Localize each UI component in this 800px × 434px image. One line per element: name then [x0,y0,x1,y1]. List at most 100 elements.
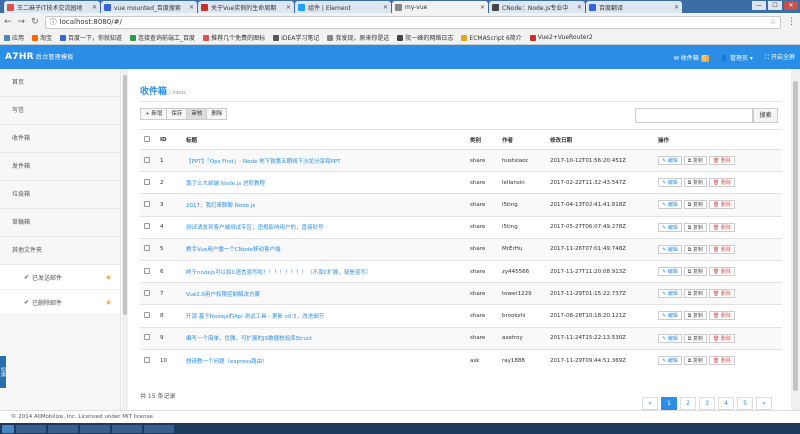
fullscreen-toggle[interactable]: ⛶ 开启全屏 [765,52,795,62]
side-tab[interactable]: 切换 [0,356,6,388]
start-button[interactable] [2,424,14,433]
taskbar-item[interactable] [144,424,174,433]
title-link[interactable]: 教手Vue用户播一个CNode移动客户端 [182,237,466,261]
sidebar-item[interactable]: 写信 [0,97,120,125]
delete-row-button[interactable]: 🗑 删除 [708,200,735,210]
delete-row-button[interactable]: 🗑 删除 [708,222,735,232]
copy-button[interactable]: ⧉ 复制 [683,244,707,254]
taskbar-item[interactable] [80,424,110,433]
search-input[interactable] [635,108,753,123]
row-checkbox[interactable] [144,200,150,207]
page-button[interactable]: 3 [699,397,715,410]
tab-close-icon[interactable]: ✕ [286,4,291,11]
page-button[interactable]: 2 [680,397,696,410]
tab-close-icon[interactable]: ✕ [92,4,97,11]
title-link[interactable]: 测试请发到客户端测试专区，违规影响用户的，直接封号 [182,215,466,239]
bookmark-item[interactable]: IDEA学习笔记 [273,33,319,42]
forward-icon[interactable]: → [18,17,26,27]
admin-menu[interactable]: 👤 管理员 ▾ [721,53,753,62]
delete-row-button[interactable]: 🗑 删除 [708,244,735,254]
edit-button[interactable]: ✎ 编辑 [658,178,682,188]
delete-row-button[interactable]: 🗑 删除 [708,156,735,166]
close-window-button[interactable]: ✕ [784,1,798,10]
page-button[interactable]: 5 [737,397,753,410]
row-checkbox[interactable] [144,356,150,363]
page-button[interactable]: 1 [661,397,677,410]
bookmark-item[interactable]: 淘宝 [32,33,52,42]
browser-tab[interactable]: 关于Vue实例的生命周期 ✕ [198,1,294,13]
copy-button[interactable]: ⧉ 复制 [683,356,707,366]
page-info-icon[interactable]: ⓘ [50,17,57,27]
title-link[interactable]: Vue2.0用户权限控制解决方案 [182,282,466,305]
bookmark-item[interactable]: 阮一峰的网络日志 [397,33,453,42]
title-link[interactable]: 饿了么大前端 Node.js 进阶教程 [182,171,466,194]
url-field[interactable]: ⓘ localhost:8080/#/ ☆ [44,15,781,29]
taskbar-item[interactable] [112,424,142,433]
edit-button[interactable]: ✎ 编辑 [658,333,682,343]
back-icon[interactable]: ← [4,17,12,27]
edit-button[interactable]: ✎ 编辑 [658,356,682,366]
row-checkbox[interactable] [144,289,150,296]
maximize-button[interactable]: ☐ [768,1,782,10]
bookmark-item[interactable]: 百度一下，你就知道 [60,33,122,42]
sidebar-subitem[interactable]: ✔ 已删除邮件 ★ [0,290,120,315]
taskbar-item[interactable] [48,424,78,433]
sidebar-item[interactable]: 收件箱 [0,125,120,153]
edit-button[interactable]: ✎ 编辑 [658,156,682,166]
sidebar-scrollbar[interactable] [122,69,128,410]
row-checkbox[interactable] [144,178,150,185]
sidebar-item[interactable]: 发件箱 [0,153,120,181]
browser-tab[interactable]: 百度翻译 ✕ [586,1,682,13]
title-link[interactable]: 【PPT】「Ops First」- Node 地下铁第五期线下沙龙分享和PPT [182,148,466,172]
delete-row-button[interactable]: 🗑 删除 [708,267,735,277]
delete-button[interactable]: 删除 [206,108,228,120]
tab-close-icon[interactable]: ✕ [189,4,194,11]
title-link[interactable]: 编写一个简单，优雅，可扩展的JS数据校验库Struct [182,326,466,350]
delete-row-button[interactable]: 🗑 删除 [708,311,735,321]
brand[interactable]: A7HR 后台管理模板 [5,52,74,62]
browser-tab[interactable]: 王二麻子IT技术交流园地 ✕ [4,1,100,13]
bookmark-item[interactable]: 推荐几个免费的图标 [203,33,265,42]
sidebar-item[interactable]: 首页 [0,69,120,97]
title-link[interactable]: 终于nodejs可以和C语言混写啦！！！！！！！！（不靠C扩展，就是混写） [182,259,466,283]
star-icon[interactable]: ★ [105,298,112,307]
delete-row-button[interactable]: 🗑 删除 [708,356,735,366]
page-scroll-thumb[interactable] [793,81,798,391]
row-checkbox[interactable] [144,311,150,318]
edit-button[interactable]: ✎ 编辑 [658,244,682,254]
bookmark-item[interactable]: 我发现，原来你是这 [327,33,389,42]
taskbar-item[interactable] [16,424,46,433]
row-checkbox[interactable] [144,245,150,252]
reload-icon[interactable]: ↻ [31,17,39,27]
sidebar-subitem[interactable]: ✔ 已发送邮件 ★ [0,265,120,290]
copy-button[interactable]: ⧉ 复制 [683,267,707,277]
save-button[interactable]: 保存 [166,108,188,120]
sidebar-scroll-thumb[interactable] [123,75,127,315]
browser-tab[interactable]: vue mounted_百度搜索 ✕ [101,1,197,13]
edit-button[interactable]: ✎ 编辑 [658,311,682,321]
select-all-checkbox[interactable] [144,135,150,142]
delete-row-button[interactable]: 🗑 删除 [708,289,735,299]
search-button[interactable]: 搜索 [753,108,778,123]
bookmark-item[interactable]: ECMAScript 6简介 [461,33,522,42]
browser-tab[interactable]: CNode：Node.js专业中 ✕ [489,1,585,13]
row-checkbox[interactable] [144,223,150,230]
next-page-button[interactable]: » [756,397,772,410]
copy-button[interactable]: ⧉ 复制 [683,289,707,299]
tab-close-icon[interactable]: ✕ [480,4,485,11]
copy-button[interactable]: ⧉ 复制 [683,333,707,343]
page-scrollbar[interactable] [791,69,800,410]
row-checkbox[interactable] [144,267,150,274]
sidebar-item[interactable]: 草稿箱 [0,209,120,237]
copy-button[interactable]: ⧉ 复制 [683,200,707,210]
edit-button[interactable]: ✎ 编辑 [658,222,682,232]
copy-button[interactable]: ⧉ 复制 [683,156,707,166]
sidebar-item[interactable]: 其他文件夹 [0,237,120,265]
prev-page-button[interactable]: « [642,397,658,410]
edit-button[interactable]: ✎ 编辑 [658,289,682,299]
tab-close-icon[interactable]: ✕ [674,4,679,11]
tab-close-icon[interactable]: ✕ [577,4,582,11]
bookmark-item[interactable]: Vue2+VueRouter2 [529,34,593,41]
bookmark-item[interactable]: 连接查询前端工_百度 [130,33,195,42]
title-link[interactable]: 想请教一个问题（express路由） [182,348,466,372]
